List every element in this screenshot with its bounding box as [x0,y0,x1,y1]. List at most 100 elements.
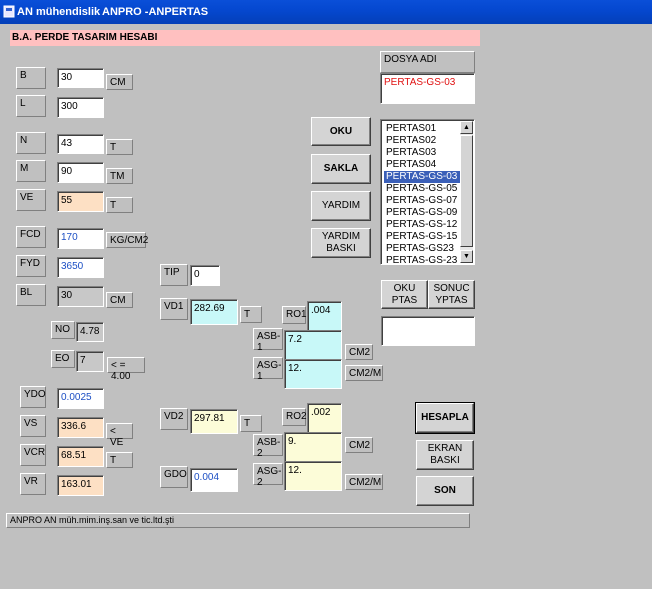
yardim-baski-button[interactable]: YARDIM BASKI [311,228,371,258]
label-asb1: ASB-1 [253,328,283,353]
no-output: 4.78 [76,322,104,342]
label-ro1: RO1 [282,306,307,324]
list-item[interactable]: PERTAS-GS23 [384,243,461,255]
asg1-output: 12. [284,359,342,389]
unit-asb2: CM2 [345,437,373,453]
unit-vd1: T [240,306,262,323]
label-b: B [16,67,46,89]
scroll-up-icon[interactable]: ▲ [460,121,473,134]
label-eo: EO [51,350,75,368]
label-asg2: ASG-2 [253,463,283,488]
l-input[interactable]: 300 [57,97,104,118]
unit-m: TM [106,168,133,184]
label-vd1: VD1 [160,298,188,320]
unit-asg1: CM2/M [345,365,383,381]
scroll-down-icon[interactable]: ▼ [460,250,473,263]
hesapla-button[interactable]: HESAPLA [415,402,475,434]
scroll-thumb[interactable] [460,135,473,247]
fyd-input[interactable]: 3650 [57,257,104,278]
dosya-input[interactable]: PERTAS-GS-03 [380,73,475,104]
yardim-baski-label-1: YARDIM [321,231,361,242]
unit-bl: CM [106,292,133,308]
vcr-output: 68.51 [57,446,104,467]
list-item[interactable]: PERTAS01 [384,123,461,135]
unit-fcd: KG/CM2 [106,232,148,248]
label-vs: VS [20,415,46,437]
unit-n: T [106,139,133,155]
list-item[interactable]: PERTAS-GS-23 [384,255,461,267]
unit-ve: T [106,197,133,213]
ydo-input[interactable]: 0.0025 [57,388,104,409]
label-vr: VR [20,473,46,495]
listbox-scrollbar[interactable]: ▲ ▼ [460,121,473,263]
label-ydo: YDO [20,386,46,408]
message-box [381,316,475,346]
label-asg1: ASG-1 [253,357,283,382]
label-no: NO [51,321,75,339]
sakla-button[interactable]: SAKLA [311,154,371,184]
vs-output: 336.6 [57,417,104,438]
dosya-label: DOSYA ADI [380,51,475,73]
list-item[interactable]: PERTAS04 [384,159,461,171]
eo-output: 7 [76,351,104,372]
fcd-input[interactable]: 170 [57,228,104,249]
label-gdo: GDO [160,466,188,488]
label-fcd: FCD [16,226,46,248]
unit-asg2: CM2/M [345,474,383,490]
oku-ptas-label-1: OKU [393,282,416,294]
unit-vd2: T [240,415,262,432]
yardim-button[interactable]: YARDIM [311,191,371,221]
list-item[interactable]: PERTAS-GS-03 [384,171,461,183]
vr-output: 163.01 [57,475,104,496]
oku-ptas-label-2: PTAS [391,294,418,306]
page-title: B.A. PERDE TASARIM HESABI [10,30,480,46]
vd2-output: 297.81 [190,409,238,434]
label-ve: VE [16,189,46,211]
ekran-baski-button[interactable]: EKRAN BASKI [416,440,474,470]
son-button[interactable]: SON [416,476,474,506]
b-input[interactable]: 30 [57,68,104,88]
list-item[interactable]: PERTAS-GS-12 [384,219,461,231]
eo-limit: < = 4.00 [107,357,145,382]
label-vd2: VD2 [160,408,188,430]
module-title: ANPRO -ANPERTAS [102,6,209,18]
app-title: AN mühendislik [17,6,101,18]
asg2-output: 12. [284,461,342,491]
label-ro2: RO2 [282,408,307,426]
title-bar: AN mühendislik ANPRO -ANPERTAS [0,0,652,24]
oku-ptas-button[interactable]: OKU PTAS [381,280,428,309]
list-item[interactable]: PERTAS-GS-07 [384,195,461,207]
vs-limit: < VE [106,423,133,448]
label-vcr: VCR [20,444,46,466]
sonuc-yptas-button[interactable]: SONUC YPTAS [428,280,475,309]
label-asb2: ASB-2 [253,434,283,459]
tip-input[interactable]: 0 [190,265,220,286]
n-input[interactable]: 43 [57,134,104,154]
list-item[interactable]: PERTAS-GS-05 [384,183,461,195]
label-m: M [16,160,46,182]
list-item[interactable]: PERTAS02 [384,135,461,147]
file-listbox[interactable]: PERTAS01 PERTAS02 PERTAS03 PERTAS04 PERTAS-G… [380,119,475,267]
status-bar: ANPRO AN müh.mim.inş.san ve tic.ltd.şti [6,513,470,528]
label-l: L [16,95,46,117]
unit-b: CM [106,74,133,90]
label-fyd: FYD [16,255,46,277]
gdo-input[interactable]: 0.004 [190,468,238,492]
list-item[interactable]: PERTAS-GS-09 [384,207,461,219]
oku-button[interactable]: OKU [311,117,371,146]
list-item[interactable]: PERTAS03 [384,147,461,159]
sonuc-label-1: SONUC [433,282,470,294]
m-input[interactable]: 90 [57,162,104,183]
app-icon [3,5,15,18]
ro1-output: .004 [307,301,342,331]
unit-vcr: T [106,452,133,468]
asb1-output: 7.2 [284,330,342,360]
file-list[interactable]: PERTAS01 PERTAS02 PERTAS03 PERTAS04 PERTAS-G… [384,123,461,267]
label-tip: TIP [160,264,188,286]
list-item[interactable]: PERTAS-GS-15 [384,231,461,243]
sonuc-label-2: YPTAS [435,294,468,306]
unit-asb1: CM2 [345,344,373,360]
ve-input[interactable]: 55 [57,191,104,212]
bl-input[interactable]: 30 [57,286,104,307]
asb2-output: 9. [284,432,342,462]
